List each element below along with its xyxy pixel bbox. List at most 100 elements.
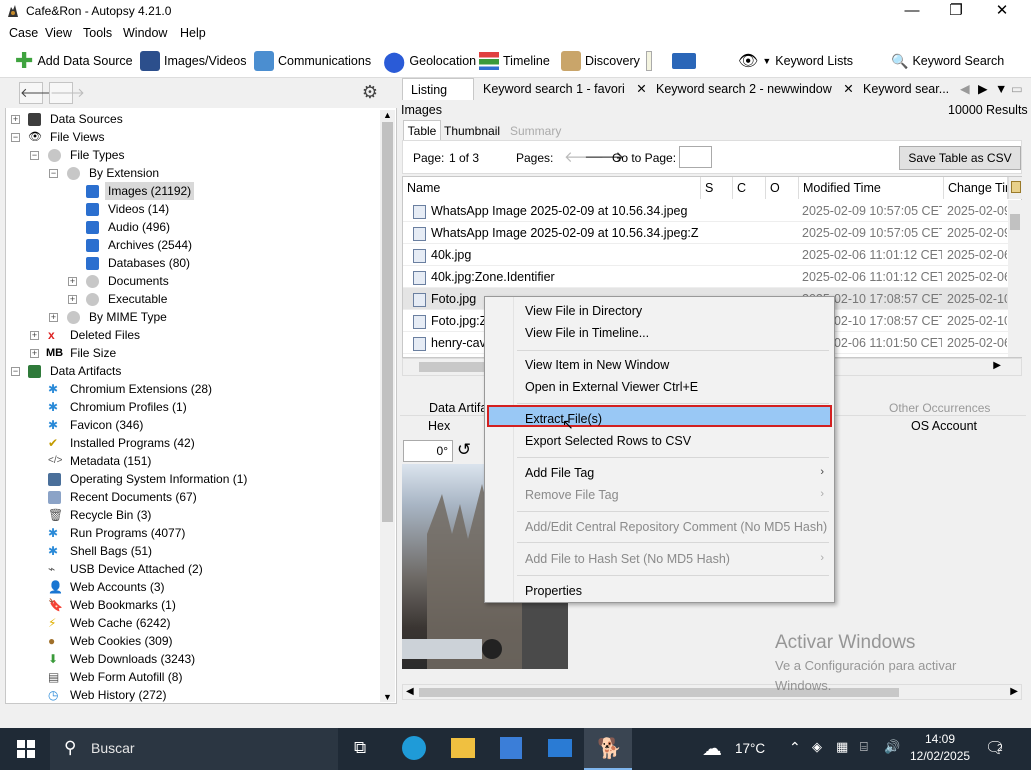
scroll-right-icon[interactable]: ▶ [993, 360, 1001, 371]
expand-icon[interactable]: + [30, 331, 39, 340]
gear-icon[interactable]: ⚙ [358, 82, 382, 104]
tab-keyword-search-1[interactable]: Keyword search 1 - favori ✕ [475, 78, 655, 100]
autopsy-taskbar-button[interactable]: 🐕 [584, 728, 632, 770]
timeline-button[interactable]: Timeline [479, 50, 550, 72]
tree-item-by-extension[interactable]: By Extension [67, 164, 159, 182]
scroll-up-icon[interactable]: ▲ [383, 110, 392, 120]
tree-item-artifact[interactable]: ⬇ Web Downloads (3243) [48, 650, 195, 668]
clock-date[interactable]: 12/02/2025 [910, 749, 970, 763]
clock-time[interactable]: 14:09 [925, 732, 955, 746]
tree-item-documents[interactable]: Documents [86, 272, 169, 290]
tab-thumbnail[interactable]: Thumbnail [444, 122, 500, 140]
table-row[interactable]: WhatsApp Image 2025-02-09 at 10.56.34.jp… [403, 222, 1008, 244]
tree-scrollbar[interactable]: ▲ ▼ [380, 110, 395, 702]
tree-item-databases[interactable]: Databases (80) [86, 254, 190, 272]
tree-item-artifact[interactable]: ✱ Chromium Profiles (1) [48, 398, 187, 416]
tree-item-artifact[interactable]: ▤ Web Form Autofill (8) [48, 668, 182, 686]
menu-help[interactable]: Help [180, 26, 206, 40]
table-row[interactable]: 40k.jpg:Zone.Identifier 2025-02-06 11:01… [403, 266, 1008, 288]
menu-window[interactable]: Window [123, 26, 167, 40]
menu-cr-comment[interactable]: Add/Edit Central Repository Comment (No … [525, 520, 827, 534]
minimize-button[interactable]: — [889, 0, 935, 24]
windows-start-icon[interactable] [17, 740, 35, 758]
tree-item-file-size[interactable]: MB File Size [46, 344, 116, 362]
images-videos-button[interactable]: Images/Videos [140, 50, 246, 72]
mail-icon[interactable] [548, 739, 572, 757]
keyword-lists-button[interactable]: 👁 ▼ Keyword Lists [738, 50, 853, 72]
network-icon[interactable]: ⌸ [860, 739, 868, 755]
tree-item-file-types[interactable]: File Types [48, 146, 124, 164]
tab-hex[interactable]: Hex [428, 419, 450, 433]
save-csv-button[interactable]: Save Table as CSV [899, 146, 1021, 170]
tray-icon[interactable]: ◈ [812, 739, 822, 755]
tab-keyword-search-3[interactable]: Keyword sear... [855, 78, 957, 100]
tray-chevron-icon[interactable]: ⌃ [789, 739, 801, 756]
menu-view[interactable]: View [45, 26, 72, 40]
tree-item-artifact[interactable]: ⚡ Web Cache (6242) [48, 614, 171, 632]
col-name[interactable]: Name [403, 177, 701, 199]
keyword-search-button[interactable]: 🔍 Keyword Search [891, 50, 1004, 72]
tree-item-videos[interactable]: Videos (14) [86, 200, 169, 218]
taskbar-search-box[interactable]: ⚲ Buscar [50, 728, 338, 770]
tree-item-artifact[interactable]: ✱ Shell Bags (51) [48, 542, 152, 560]
tree-item-artifact[interactable]: 🗑 Recycle Bin (3) [48, 506, 151, 524]
add-data-source-button[interactable]: ✚ Add Data Source [15, 50, 133, 72]
menu-view-in-timeline[interactable]: View File in Timeline... [525, 326, 649, 340]
store-icon[interactable] [500, 737, 522, 759]
rotate-left-icon[interactable]: ↺ [457, 440, 471, 460]
close-icon[interactable]: ✕ [843, 82, 853, 96]
collapse-icon[interactable]: − [49, 169, 58, 178]
menu-view-in-directory[interactable]: View File in Directory [525, 304, 642, 318]
task-view-icon[interactable]: ⧉ [354, 738, 366, 758]
tree-item-by-mime[interactable]: By MIME Type [67, 308, 167, 326]
collapse-icon[interactable]: − [11, 133, 20, 142]
tree-item-artifact[interactable]: ✱ Chromium Extensions (28) [48, 380, 212, 398]
tray-icon[interactable]: ▦ [836, 739, 848, 755]
col-c[interactable]: C [733, 177, 766, 199]
col-change[interactable]: Change Tim [944, 177, 1008, 199]
communications-button[interactable]: Communications [254, 50, 371, 72]
tree-item-artifact[interactable]: ✱ Run Programs (4077) [48, 524, 185, 542]
col-modified[interactable]: Modified Time [799, 177, 944, 199]
viewer-hscrollbar[interactable]: ◀ ▶ [402, 684, 1022, 700]
table-row[interactable]: WhatsApp Image 2025-02-09 at 10.56.34.jp… [403, 200, 1008, 222]
collapse-icon[interactable]: − [11, 367, 20, 376]
tree-item-artifact[interactable]: Recent Documents (67) [48, 488, 197, 506]
tree-item-deleted-files[interactable]: x Deleted Files [48, 326, 140, 344]
col-s[interactable]: S [701, 177, 733, 199]
tab-keyword-search-2[interactable]: Keyword search 2 - newwindow ✕ [648, 78, 862, 100]
tab-listing[interactable]: Listing [402, 78, 474, 100]
tab-other-occurrences[interactable]: Other Occurrences [889, 401, 990, 415]
back-arrow-icon[interactable]: 🡐 [19, 82, 55, 104]
maximize-panel-icon[interactable]: ▭ [1003, 78, 1031, 100]
column-chooser-icon[interactable] [1008, 177, 1022, 199]
menu-open-external[interactable]: Open in External Viewer Ctrl+E [525, 380, 698, 394]
tree-item-executable[interactable]: Executable [86, 290, 167, 308]
tree-item-data-sources[interactable]: Data Sources [28, 110, 123, 128]
tree-item-artifact[interactable]: ◷ Web History (272) [48, 686, 166, 704]
menu-case[interactable]: Case [9, 26, 38, 40]
menu-tools[interactable]: Tools [83, 26, 112, 40]
volume-icon[interactable]: 🔊 [884, 739, 900, 755]
scroll-thumb[interactable] [382, 122, 393, 522]
rotation-input[interactable]: 0° [403, 440, 453, 462]
discovery-button[interactable]: Discovery [561, 50, 640, 72]
scroll-left-icon[interactable]: ◀ [406, 686, 414, 697]
menu-hash-set[interactable]: Add File to Hash Set (No MD5 Hash) [525, 552, 730, 566]
tab-summary[interactable]: Summary [510, 122, 561, 140]
scroll-thumb[interactable] [1010, 214, 1020, 230]
geolocation-button[interactable]: ⬤ Geolocation [383, 50, 476, 73]
tree-item-artifact[interactable]: ✱ Favicon (346) [48, 416, 143, 434]
expand-icon[interactable]: + [49, 313, 58, 322]
maximize-button[interactable]: ❐ [933, 0, 979, 24]
edge-browser-icon[interactable] [402, 736, 426, 760]
tree-item-artifact[interactable]: </> Metadata (151) [48, 452, 151, 470]
tree-item-artifact[interactable]: ⌁ USB Device Attached (2) [48, 560, 203, 578]
table-vscrollbar[interactable] [1008, 200, 1022, 357]
tree-item-artifact[interactable]: 🔖 Web Bookmarks (1) [48, 596, 176, 614]
tree-item-artifact[interactable]: Operating System Information (1) [48, 470, 247, 488]
goto-page-input[interactable] [679, 146, 712, 168]
expand-icon[interactable]: + [11, 115, 20, 124]
collapse-icon[interactable]: − [30, 151, 39, 160]
tree-item-file-views[interactable]: 👁 File Views [28, 128, 104, 146]
